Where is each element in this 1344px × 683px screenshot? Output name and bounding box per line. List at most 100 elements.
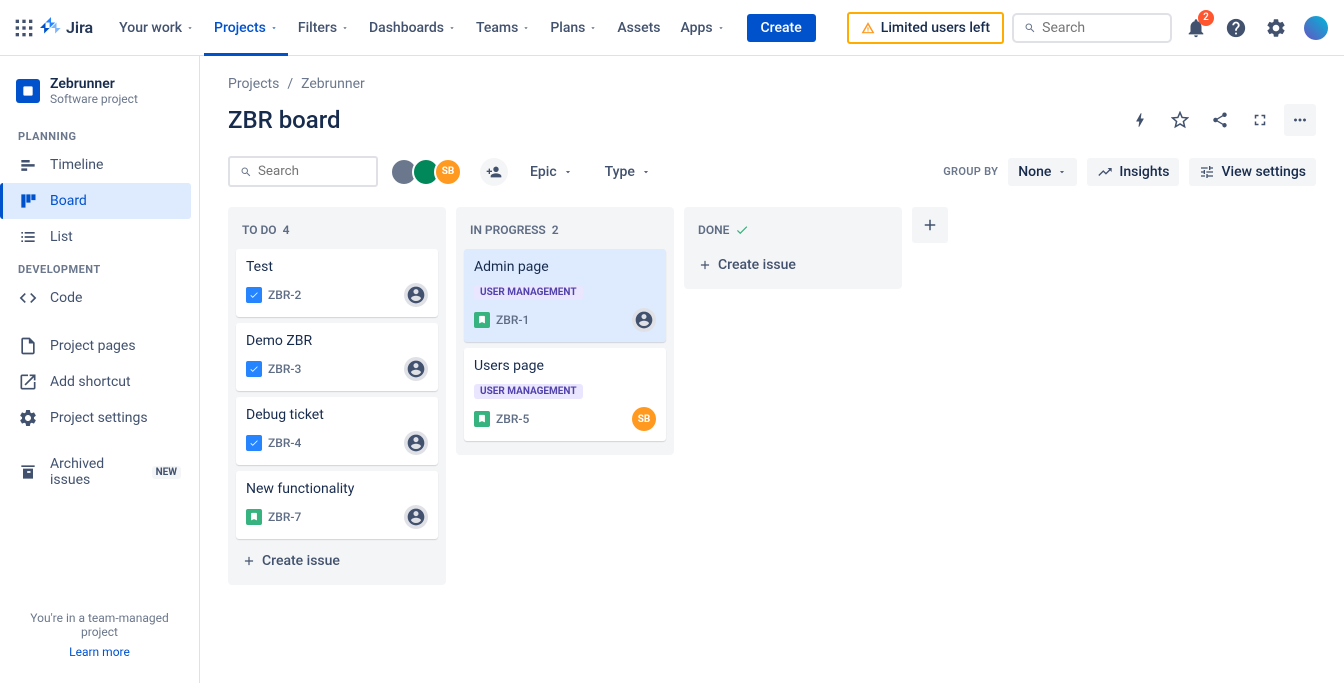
star-icon[interactable] <box>1164 104 1196 136</box>
nav-item-assets[interactable]: Assets <box>607 12 670 44</box>
chevron-down-icon <box>448 24 456 32</box>
sidebar-section-planning: Planning <box>8 122 191 147</box>
sidebar-item-add-shortcut[interactable]: Add shortcut <box>8 364 191 400</box>
chevron-down-icon <box>589 24 597 32</box>
group-by-label: GROUP BY <box>943 165 998 178</box>
create-issue-button[interactable]: Create issue <box>692 249 894 281</box>
create-issue-button[interactable]: Create issue <box>236 545 438 577</box>
sidebar-item-project-settings[interactable]: Project settings <box>8 400 191 436</box>
project-type-label: Software project <box>50 92 138 106</box>
nav-item-teams[interactable]: Teams <box>466 12 540 44</box>
issue-key: ZBR-4 <box>246 435 301 451</box>
issue-card[interactable]: Admin pageUSER MANAGEMENTZBR-1 <box>464 249 666 342</box>
insights-button[interactable]: Insights <box>1087 158 1179 186</box>
card-title: Users page <box>474 358 656 374</box>
issue-card[interactable]: Debug ticketZBR-4 <box>236 397 438 465</box>
story-icon <box>474 411 490 427</box>
add-person-button[interactable] <box>480 158 508 186</box>
story-icon <box>474 312 490 328</box>
group-by-dropdown[interactable]: None <box>1008 158 1077 186</box>
plus-icon <box>698 258 712 272</box>
sidebar-label: Archived issues <box>50 456 140 488</box>
global-search[interactable] <box>1012 13 1172 43</box>
nav-item-plans[interactable]: Plans <box>540 12 607 44</box>
sidebar-footer-text: You're in a team-managed project <box>16 611 183 639</box>
breadcrumb-project[interactable]: Zebrunner <box>301 76 365 92</box>
project-name: Zebrunner <box>50 76 138 92</box>
more-icon[interactable] <box>1284 104 1316 136</box>
create-button[interactable]: Create <box>747 14 816 42</box>
sidebar-item-timeline[interactable]: Timeline <box>8 147 191 183</box>
issue-key: ZBR-3 <box>246 361 301 377</box>
assignee-avatar[interactable]: SB <box>434 158 462 186</box>
issue-card[interactable]: Users page USER MANAGEMENT ZBR-5 SB <box>464 348 666 441</box>
automation-icon[interactable] <box>1124 104 1156 136</box>
nav-item-apps[interactable]: Apps <box>670 12 734 44</box>
view-settings-button[interactable]: View settings <box>1189 158 1316 186</box>
gear-icon <box>18 408 38 428</box>
top-navigation: Jira Your workProjectsFiltersDashboardsT… <box>0 0 1344 56</box>
jira-logo[interactable]: Jira <box>40 17 93 39</box>
issue-key: ZBR-7 <box>246 509 301 525</box>
share-icon[interactable] <box>1204 104 1236 136</box>
limited-users-warning[interactable]: Limited users left <box>847 12 1004 44</box>
task-icon <box>246 287 262 303</box>
notifications-icon[interactable] <box>1180 12 1212 44</box>
help-icon[interactable] <box>1220 12 1252 44</box>
sidebar-item-code[interactable]: Code <box>8 280 191 316</box>
breadcrumb-projects[interactable]: Projects <box>228 76 279 92</box>
board-search-input[interactable] <box>258 164 366 179</box>
column-done: DONECreate issue <box>684 207 902 289</box>
issue-card[interactable]: TestZBR-2 <box>236 249 438 317</box>
nav-item-dashboards[interactable]: Dashboards <box>359 12 466 44</box>
board-search[interactable] <box>228 156 378 187</box>
nav-item-your-work[interactable]: Your work <box>109 12 204 44</box>
nav-item-filters[interactable]: Filters <box>288 12 359 44</box>
assignee-avatar: SB <box>632 407 656 431</box>
sidebar-item-project-pages[interactable]: Project pages <box>8 328 191 364</box>
plus-icon <box>242 554 256 568</box>
column-in-progress: IN PROGRESS2Admin pageUSER MANAGEMENTZBR… <box>456 207 674 455</box>
issue-card[interactable]: New functionality ZBR-7 <box>236 471 438 539</box>
issue-key: ZBR-1 <box>474 312 529 328</box>
epic-filter[interactable]: Epic <box>520 158 583 186</box>
card-title: New functionality <box>246 481 428 497</box>
issue-key: ZBR-5 <box>474 411 529 427</box>
card-title: Test <box>246 259 428 275</box>
sidebar-item-list[interactable]: List <box>8 219 191 255</box>
settings-icon[interactable] <box>1260 12 1292 44</box>
app-switcher-icon[interactable] <box>12 16 36 40</box>
fullscreen-icon[interactable] <box>1244 104 1276 136</box>
chevron-down-icon <box>186 24 194 32</box>
add-column-button[interactable] <box>912 207 948 243</box>
column-header: TO DO4 <box>236 215 438 249</box>
warning-label: Limited users left <box>881 20 990 36</box>
sidebar-item-archived-issues[interactable]: Archived issues NEW <box>8 448 191 496</box>
project-header[interactable]: Zebrunner Software project <box>8 72 191 122</box>
chevron-down-icon <box>717 24 725 32</box>
jira-logo-text: Jira <box>66 18 93 37</box>
column-to-do: TO DO4TestZBR-2 Demo ZBR ZBR-3 Debug ticket… <box>228 207 446 585</box>
kanban-board: TO DO4TestZBR-2 Demo ZBR ZBR-3 Debug ticket… <box>228 207 1316 585</box>
chevron-down-icon <box>341 24 349 32</box>
chevron-down-icon <box>522 24 530 32</box>
breadcrumb: Projects / Zebrunner <box>228 76 1316 92</box>
card-epic-label: USER MANAGEMENT <box>474 285 583 300</box>
column-header: IN PROGRESS2 <box>464 215 666 249</box>
type-filter[interactable]: Type <box>595 158 661 186</box>
issue-card[interactable]: Demo ZBR ZBR-3 <box>236 323 438 391</box>
chevron-down-icon <box>270 24 278 32</box>
profile-avatar[interactable] <box>1300 12 1332 44</box>
sidebar-learn-more-link[interactable]: Learn more <box>16 645 183 659</box>
story-icon <box>246 509 262 525</box>
sidebar-label: Code <box>50 290 82 306</box>
check-icon <box>735 223 749 237</box>
unassigned-icon <box>404 283 428 307</box>
sidebar-item-board[interactable]: Board <box>0 183 191 219</box>
sidebar-label: List <box>50 229 73 245</box>
nav-item-projects[interactable]: Projects <box>204 12 288 44</box>
card-epic-label: USER MANAGEMENT <box>474 384 583 399</box>
card-title: Demo ZBR <box>246 333 428 349</box>
board-icon <box>18 191 38 211</box>
search-input[interactable] <box>1042 20 1160 36</box>
